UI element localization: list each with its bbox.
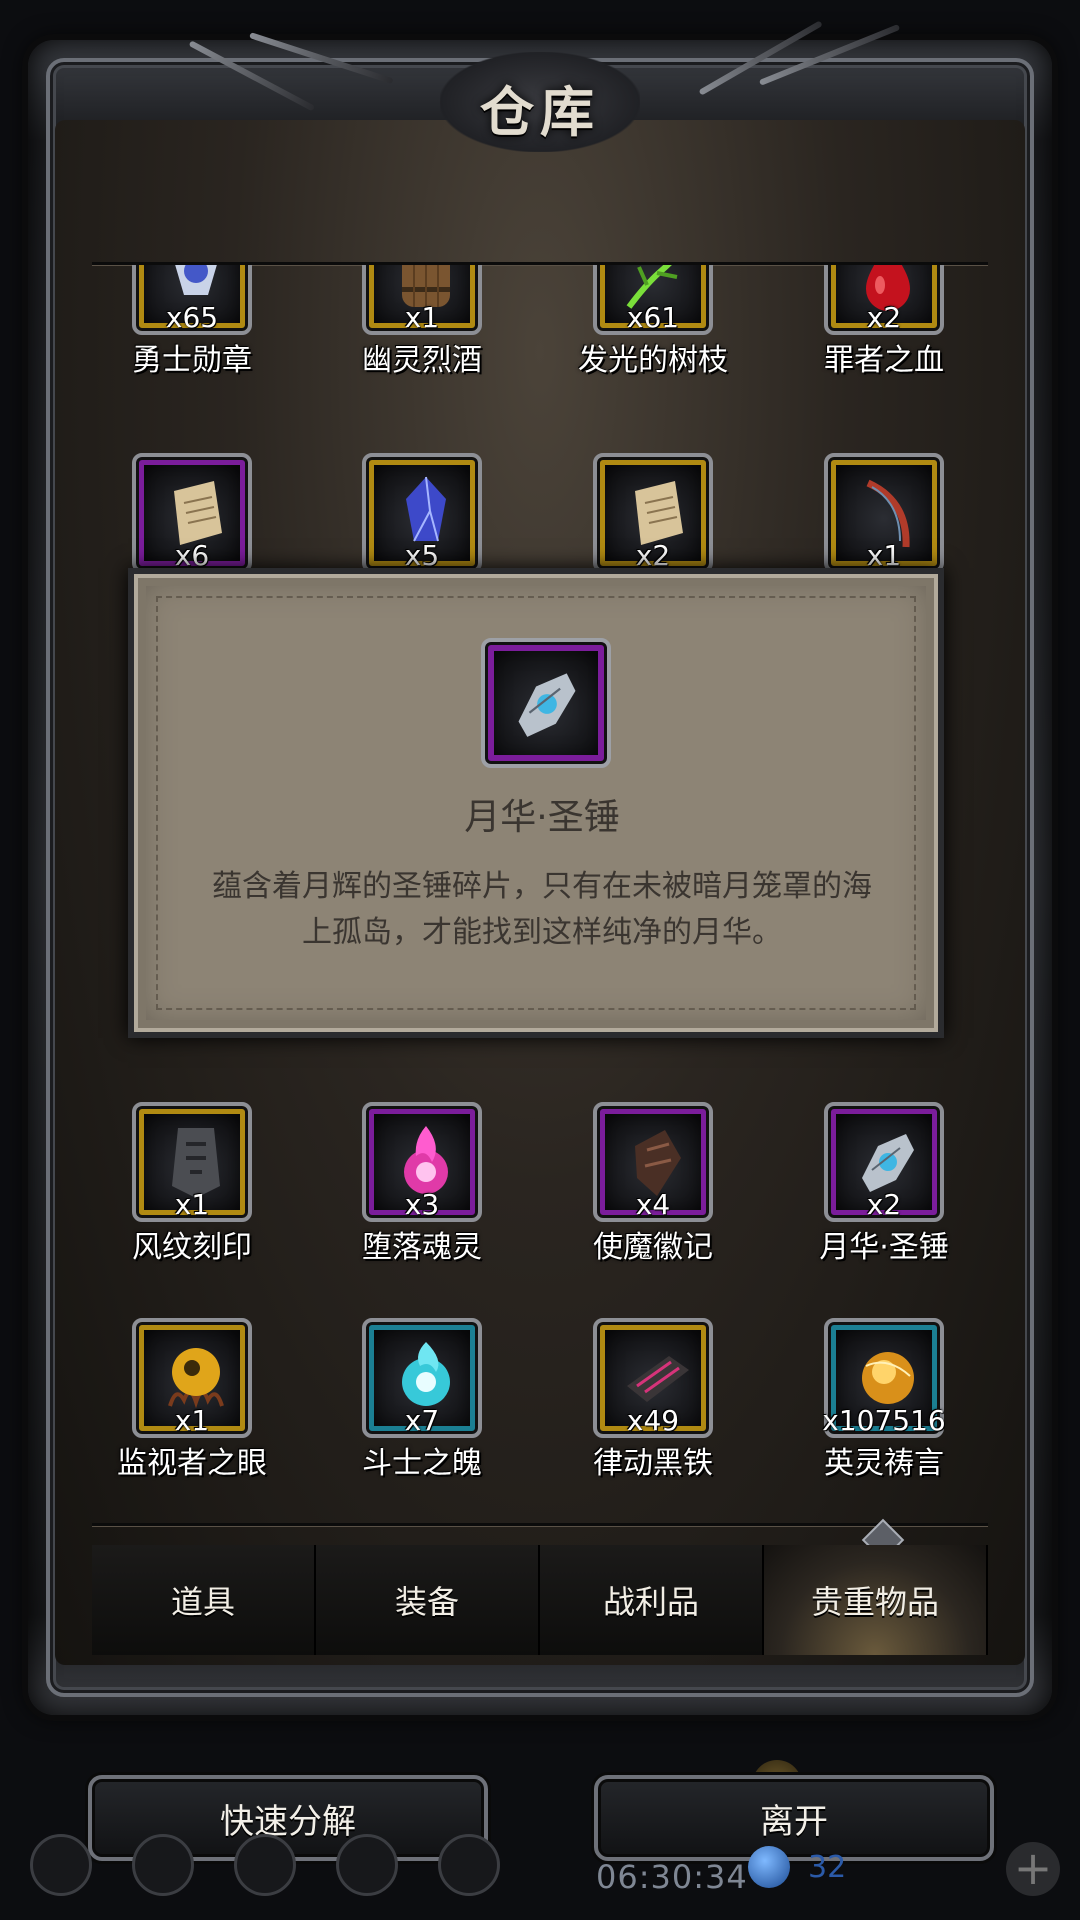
tab-equipment[interactable]: 装备 xyxy=(316,1545,540,1655)
item-qty: x1 xyxy=(174,1188,210,1221)
hammer-shard-icon xyxy=(518,673,576,737)
item-qty: x2 xyxy=(866,301,902,334)
add-icon[interactable]: + xyxy=(1006,1842,1060,1896)
item-cell[interactable]: x7 斗士之魄 xyxy=(322,1318,542,1518)
tab-valuables[interactable]: 贵重物品 xyxy=(764,1545,988,1655)
item-cell[interactable]: x1 监视者之眼 xyxy=(92,1318,312,1518)
tooltip-item-slot xyxy=(481,638,611,768)
item-name: 斗士之魄 xyxy=(362,1446,482,1481)
window-title: 仓库 xyxy=(480,80,600,144)
item-cell[interactable]: x61 发光的树枝 xyxy=(553,265,773,415)
item-cell[interactable]: x4 使魔徽记 xyxy=(553,1102,773,1302)
tooltip-item-name: 月华·圣锤 xyxy=(464,797,620,838)
item-qty: x1 xyxy=(404,301,440,334)
item-tooltip[interactable]: 月华·圣锤 蕴含着月辉的圣锤碎片，只有在未被暗月笼罩的海上孤岛，才能找到这样纯净… xyxy=(128,568,944,1038)
item-cell[interactable]: x2 月华·圣锤 xyxy=(784,1102,988,1302)
gem-icon xyxy=(748,1846,790,1888)
item-name: 堕落魂灵 xyxy=(362,1230,482,1265)
category-tabs: 道具 装备 战利品 贵重物品 xyxy=(92,1545,988,1655)
clock-time: 06:30:34 xyxy=(596,1858,748,1896)
tab-items[interactable]: 道具 xyxy=(92,1545,316,1655)
item-name: 月华·圣锤 xyxy=(819,1230,949,1265)
item-name: 律动黑铁 xyxy=(593,1446,713,1481)
item-name: 风纹刻印 xyxy=(132,1230,252,1265)
leave-button[interactable]: 离开 xyxy=(594,1775,994,1861)
gem-count: 32 xyxy=(808,1850,847,1885)
menu-icon[interactable] xyxy=(438,1834,500,1896)
item-cell[interactable]: x49 律动黑铁 xyxy=(553,1318,773,1518)
settings-gear-icon[interactable] xyxy=(30,1834,92,1896)
item-name: 监视者之眼 xyxy=(117,1446,267,1481)
item-qty: x49 xyxy=(626,1404,680,1437)
item-qty: x61 xyxy=(626,301,680,334)
item-cell[interactable]: x2 罪者之血 xyxy=(784,265,988,415)
item-name: 发光的树枝 xyxy=(578,343,728,378)
item-cell[interactable]: x3 堕落魂灵 xyxy=(322,1102,542,1302)
item-qty: x7 xyxy=(404,1404,440,1437)
item-cell[interactable]: x1 幽灵烈酒 xyxy=(322,265,542,415)
item-cell[interactable]: x1 风纹刻印 xyxy=(92,1102,312,1302)
menu-icon[interactable] xyxy=(234,1834,296,1896)
item-cell[interactable]: x65 勇士勋章 xyxy=(92,265,312,415)
item-qty: x3 xyxy=(404,1188,440,1221)
item-qty: x1 xyxy=(174,1404,210,1437)
item-name: 罪者之血 xyxy=(824,343,944,378)
item-cell[interactable]: x107516 英灵祷言 xyxy=(784,1318,988,1518)
item-qty: x4 xyxy=(635,1188,671,1221)
item-name: 幽灵烈酒 xyxy=(362,343,482,378)
menu-icon[interactable] xyxy=(132,1834,194,1896)
item-name: 使魔徽记 xyxy=(593,1230,713,1265)
item-name: 勇士勋章 xyxy=(132,343,252,378)
tooltip-item-description: 蕴含着月辉的圣锤碎片，只有在未被暗月笼罩的海上孤岛，才能找到这样纯净的月华。 xyxy=(212,869,872,950)
menu-icon[interactable] xyxy=(336,1834,398,1896)
item-qty: x2 xyxy=(866,1188,902,1221)
item-name: 英灵祷言 xyxy=(824,1446,944,1481)
tab-loot[interactable]: 战利品 xyxy=(540,1545,764,1655)
item-qty: x107516 xyxy=(822,1404,946,1437)
item-qty: x65 xyxy=(165,301,219,334)
